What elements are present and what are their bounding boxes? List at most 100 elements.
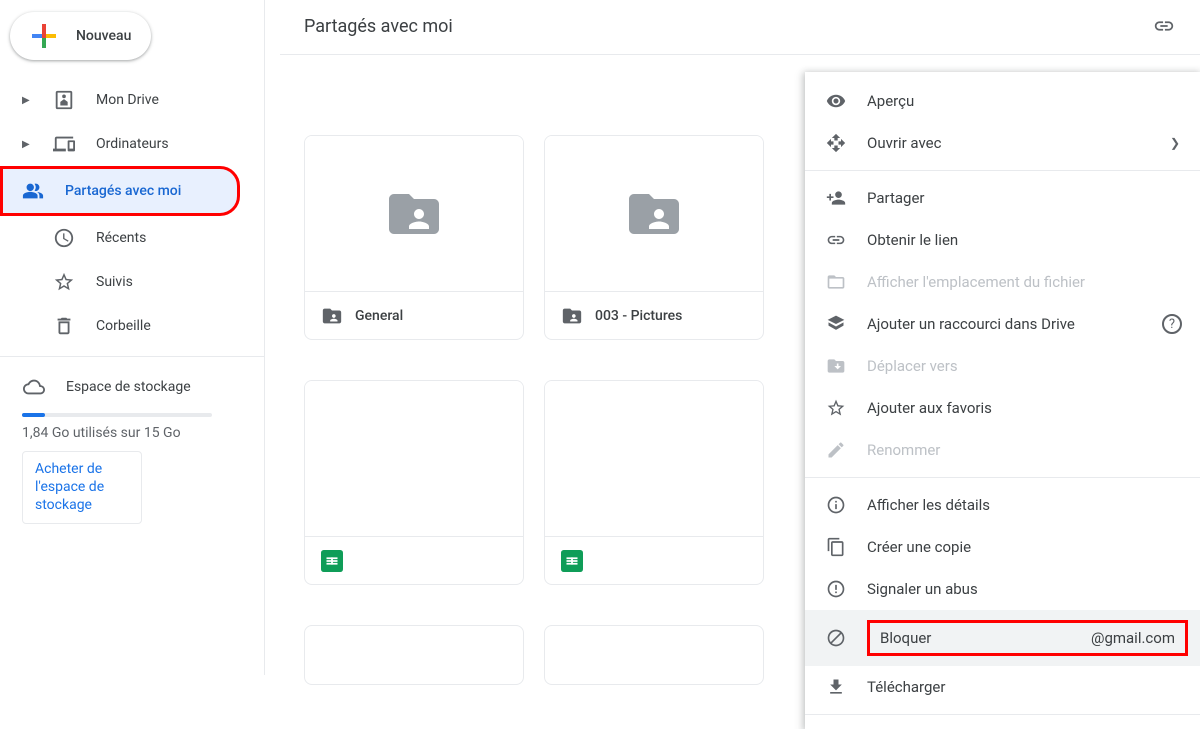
cloud-icon <box>22 375 46 399</box>
drive-shortcut-icon <box>825 313 847 335</box>
menu-show-details[interactable]: Afficher les détails <box>805 484 1200 526</box>
menu-label: Ajouter aux favoris <box>867 399 992 417</box>
menu-label: Télécharger <box>867 678 945 696</box>
sidebar-item-label: Récents <box>96 230 146 246</box>
expand-icon: ▶ <box>22 95 32 106</box>
menu-share[interactable]: Partager <box>805 177 1200 219</box>
block-prefix: Bloquer <box>880 629 931 647</box>
devices-icon <box>52 132 76 156</box>
sidebar-item-label: Partagés avec moi <box>65 183 181 199</box>
sidebar-item-shared-with-me[interactable]: Partagés avec moi <box>0 166 240 216</box>
folder-card[interactable]: General <box>304 135 524 340</box>
card-footer <box>305 536 523 584</box>
star-outline-icon <box>825 397 847 419</box>
page-header: Partagés avec moi <box>280 0 1200 55</box>
info-icon <box>825 494 847 516</box>
menu-move-to: Déplacer vers <box>805 345 1200 387</box>
shared-icon <box>21 179 45 203</box>
menu-label: Signaler un abus <box>867 580 978 598</box>
menu-separator <box>805 170 1200 171</box>
star-icon <box>52 270 76 294</box>
sidebar: Nouveau ▶ Mon Drive ▶ Ordinateurs Partag… <box>0 0 265 675</box>
menu-label: Ajouter un raccourci dans Drive <box>867 315 1075 333</box>
storage-section: Espace de stockage 1,84 Go utilisés sur … <box>0 356 264 524</box>
shared-folder-icon <box>619 184 689 244</box>
menu-label: Afficher l'emplacement du fichier <box>867 273 1085 291</box>
sidebar-item-starred[interactable]: Suivis <box>0 260 264 304</box>
menu-label: Afficher les détails <box>867 496 990 514</box>
buy-storage-button[interactable]: Acheter de l'espace de stockage <box>22 451 142 524</box>
help-icon[interactable]: ? <box>1162 314 1182 334</box>
sheets-card[interactable] <box>304 380 524 585</box>
new-button[interactable]: Nouveau <box>10 12 151 60</box>
card-preview <box>305 381 523 536</box>
copy-icon <box>825 536 847 558</box>
card-preview <box>305 136 523 291</box>
menu-label: Déplacer vers <box>867 357 958 375</box>
chevron-right-icon: ❯ <box>1170 136 1180 150</box>
menu-rename: Renommer <box>805 429 1200 471</box>
card-preview <box>545 381 763 536</box>
menu-label: Obtenir le lien <box>867 231 958 249</box>
menu-block[interactable]: Bloquer @gmail.com <box>805 610 1200 666</box>
menu-label: Aperçu <box>867 92 914 110</box>
folder-icon <box>825 271 847 293</box>
trash-icon <box>52 314 76 338</box>
download-icon <box>825 676 847 698</box>
sidebar-item-my-drive[interactable]: ▶ Mon Drive <box>0 78 264 122</box>
menu-label: Renommer <box>867 441 940 459</box>
sidebar-item-label: Suivis <box>96 274 133 290</box>
card-footer: General <box>305 291 523 339</box>
drive-icon <box>52 88 76 112</box>
menu-add-shortcut[interactable]: Ajouter un raccourci dans Drive ? <box>805 303 1200 345</box>
menu-download[interactable]: Télécharger <box>805 666 1200 708</box>
pencil-icon <box>825 439 847 461</box>
card-footer <box>545 536 763 584</box>
menu-separator <box>805 714 1200 715</box>
menu-report-abuse[interactable]: Signaler un abus <box>805 568 1200 610</box>
storage-label: Espace de stockage <box>66 379 191 395</box>
menu-make-copy[interactable]: Créer une copie <box>805 526 1200 568</box>
person-add-icon <box>825 187 847 209</box>
menu-show-location: Afficher l'emplacement du fichier <box>805 261 1200 303</box>
file-card[interactable] <box>544 625 764 685</box>
sidebar-item-recents[interactable]: Récents <box>0 216 264 260</box>
warning-icon <box>825 578 847 600</box>
shared-folder-small-icon <box>561 305 583 327</box>
shared-folder-icon <box>379 184 449 244</box>
storage-usage-text: 1,84 Go utilisés sur 15 Go <box>22 425 264 441</box>
eye-icon <box>825 90 847 112</box>
file-card[interactable] <box>304 625 524 685</box>
block-email-highlight: Bloquer @gmail.com <box>867 620 1188 656</box>
storage-bar <box>22 413 212 417</box>
storage-bar-fill <box>22 413 45 417</box>
menu-get-link[interactable]: Obtenir le lien <box>805 219 1200 261</box>
menu-add-favorites[interactable]: Ajouter aux favoris <box>805 387 1200 429</box>
folder-card[interactable]: 003 - Pictures <box>544 135 764 340</box>
menu-label: Créer une copie <box>867 538 971 556</box>
card-preview <box>545 136 763 291</box>
menu-separator <box>805 477 1200 478</box>
block-icon <box>825 627 847 649</box>
sidebar-item-computers[interactable]: ▶ Ordinateurs <box>0 122 264 166</box>
shared-folder-small-icon <box>321 305 343 327</box>
context-menu: Aperçu Ouvrir avec ❯ Partager Obtenir le… <box>805 72 1200 729</box>
menu-open-with[interactable]: Ouvrir avec ❯ <box>805 122 1200 164</box>
menu-preview[interactable]: Aperçu <box>805 80 1200 122</box>
sidebar-item-label: Ordinateurs <box>96 136 169 152</box>
expand-icon: ▶ <box>22 139 32 150</box>
sidebar-item-label: Mon Drive <box>96 92 159 108</box>
sheets-card[interactable] <box>544 380 764 585</box>
folder-name: General <box>355 308 403 324</box>
sidebar-item-trash[interactable]: Corbeille <box>0 304 264 348</box>
new-button-label: Nouveau <box>76 28 131 44</box>
clock-icon <box>52 226 76 250</box>
move-to-icon <box>825 355 847 377</box>
link-icon[interactable] <box>1152 14 1176 38</box>
sidebar-item-label: Corbeille <box>96 318 151 334</box>
menu-label: Ouvrir avec <box>867 134 941 152</box>
card-footer: 003 - Pictures <box>545 291 763 339</box>
menu-label: Partager <box>867 189 925 207</box>
link-icon <box>825 229 847 251</box>
storage-link[interactable]: Espace de stockage <box>22 367 264 407</box>
